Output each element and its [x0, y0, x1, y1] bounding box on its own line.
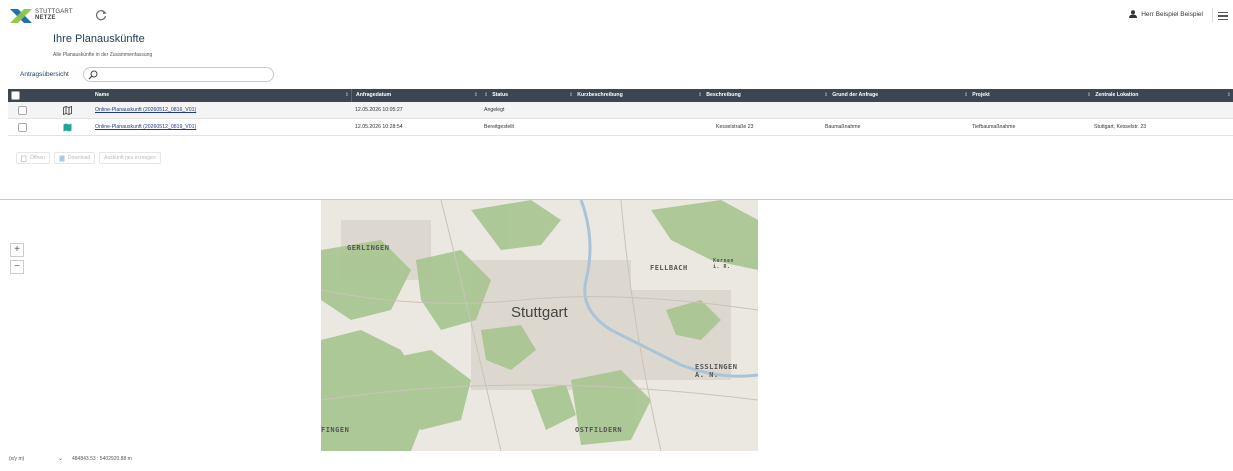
- map-label-ostfildern: OSTFILDERN: [575, 426, 623, 434]
- open-icon: [21, 155, 27, 162]
- request-reason: Baumaßnahme: [825, 124, 861, 130]
- map-outline-icon: [63, 106, 72, 115]
- table-row[interactable]: Online-Planauskunft (20260512_0819_V01) …: [8, 119, 1233, 136]
- page-subtitle: Alle Planauskünfte in der Zusammenfassun…: [53, 52, 153, 58]
- column-header-name[interactable]: Name ⇕: [95, 89, 351, 102]
- column-header-location[interactable]: ⇕ Zentrale Lokation ⇕: [1083, 89, 1233, 102]
- page-title: Ihre Planauskünfte: [53, 33, 145, 45]
- search-input[interactable]: [102, 69, 267, 80]
- map-label-esslingen: ESSLINGEN A. N.: [695, 363, 738, 379]
- column-header-short-description[interactable]: ⇕ Kurzbeschreibung: [565, 89, 694, 102]
- request-date: 12.05.2026 10:05:27: [355, 107, 403, 113]
- action-bar: Öffnen Download Auskunft neu erzeugen: [16, 152, 161, 164]
- logo-mark-icon: [10, 9, 32, 23]
- map-view[interactable]: GERLINGEN FELLBACH Kernen i. R. Stuttgar…: [321, 200, 758, 451]
- zoom-controls: + −: [10, 243, 24, 277]
- request-status: Bereitgestellt: [484, 124, 514, 130]
- request-status: Angelegt: [484, 107, 505, 113]
- refresh-icon[interactable]: [94, 8, 108, 22]
- request-location: Stuttgart, Kesselstr. 23: [1094, 124, 1147, 130]
- map-label-kernen: Kernen i. R.: [713, 258, 735, 270]
- recreate-button[interactable]: Auskunft neu erzeugen: [99, 152, 161, 164]
- document-icon: [59, 155, 65, 161]
- zoom-out-button[interactable]: −: [10, 260, 24, 274]
- coordinate-readout: 484843.53 : 5402920.88 m: [72, 456, 132, 462]
- map-tiles: [321, 200, 758, 451]
- column-header-project[interactable]: ⇕ Projekt: [960, 89, 1088, 102]
- map-label-stuttgart: Stuttgart: [511, 304, 568, 321]
- overview-label: Antragsübersicht: [20, 71, 69, 78]
- row-checkbox[interactable]: [18, 106, 27, 115]
- search-icon: [88, 70, 98, 80]
- request-description: Kesselstraße 23: [716, 124, 754, 130]
- download-button[interactable]: Download: [53, 152, 96, 164]
- column-header-reason[interactable]: ⇕ Grund der Anfrage: [820, 89, 948, 102]
- user-menu[interactable]: Herr Beispiel Beispiel: [1129, 10, 1203, 18]
- chevron-down-icon[interactable]: ⌄: [58, 455, 63, 462]
- crs-select[interactable]: (x/y m): [9, 456, 24, 462]
- map-footer: (x/y m) ⌄ 484843.53 : 5402920.88 m: [0, 452, 1233, 471]
- requests-table: Name ⇕ Anfragedatum ⇕ ⇕ Status ⇕ Kurzbeschre…: [8, 89, 1233, 136]
- header-divider: [1212, 8, 1213, 22]
- column-header-description[interactable]: ⇕ Beschreibung: [694, 89, 822, 102]
- user-name: Herr Beispiel Beispiel: [1141, 10, 1203, 18]
- search-box[interactable]: [83, 67, 274, 82]
- request-date: 12.05.2026 10:28:54: [355, 124, 403, 130]
- request-name-link[interactable]: Online-Planauskunft (20260512_0819_V01): [95, 119, 196, 136]
- map-label-gerlingen: GERLINGEN: [347, 244, 390, 252]
- map-filled-icon: [63, 123, 72, 132]
- hamburger-menu-icon[interactable]: [1218, 12, 1228, 20]
- column-header-date[interactable]: Anfragedatum ⇕: [351, 89, 480, 102]
- zoom-in-button[interactable]: +: [10, 243, 24, 257]
- map-label-fingen: FINGEN: [321, 426, 350, 434]
- table-row[interactable]: Online-Planauskunft (20260512_0816_V01) …: [8, 102, 1233, 119]
- request-name-link[interactable]: Online-Planauskunft (20260512_0816_V01): [95, 102, 196, 119]
- row-checkbox[interactable]: [18, 123, 27, 132]
- logo-line2: NETZE: [35, 15, 56, 21]
- table-header: Name ⇕ Anfragedatum ⇕ ⇕ Status ⇕ Kurzbeschre…: [8, 89, 1233, 102]
- stuttgart-netze-logo[interactable]: STUTTGART NETZE: [10, 7, 80, 25]
- select-all-checkbox[interactable]: [11, 91, 20, 100]
- open-button[interactable]: Öffnen: [16, 152, 50, 164]
- user-icon: [1129, 10, 1138, 18]
- request-project: Tiefbaumaßnahme: [972, 124, 1016, 130]
- map-label-fellbach: FELLBACH: [650, 264, 688, 272]
- app-header: STUTTGART NETZE Herr Beispiel Beispiel: [0, 0, 1233, 30]
